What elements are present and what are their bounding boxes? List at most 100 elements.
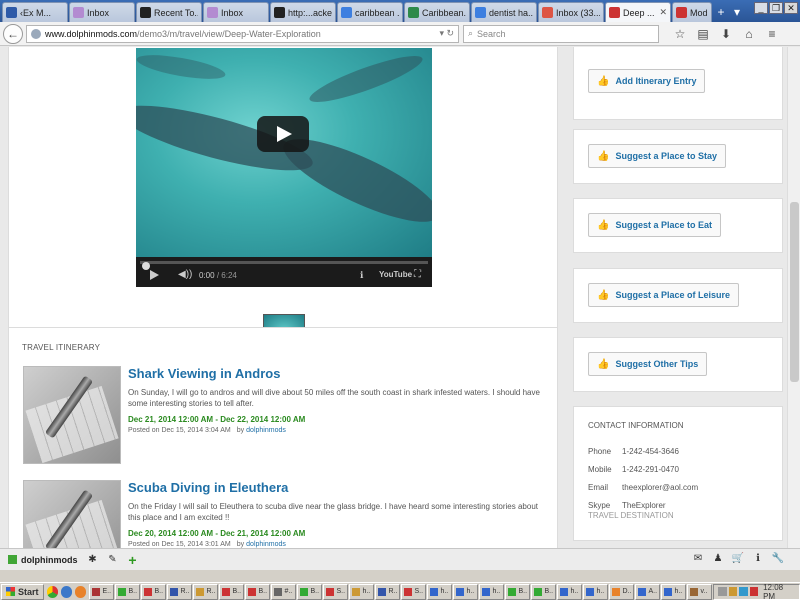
firefox-icon[interactable] — [75, 585, 87, 598]
progress-handle[interactable] — [142, 262, 150, 270]
minimize-icon[interactable]: _ — [754, 2, 768, 14]
url-bar[interactable]: www.dolphinmods.com /demo3/m/travel/view… — [26, 24, 459, 43]
download-icon[interactable]: ⬇ — [716, 27, 736, 41]
browser-tab[interactable]: caribbean ... — [337, 2, 403, 22]
taskbar-window-button[interactable]: A.. — [635, 583, 661, 600]
posted-by-label: by — [236, 541, 245, 548]
taskbar-window-button[interactable]: E.. — [89, 583, 115, 600]
taskbar-window-button[interactable]: R.. — [167, 583, 193, 600]
video-progress-bar[interactable] — [140, 261, 428, 270]
tray-icon[interactable] — [728, 587, 738, 596]
app-icon — [430, 587, 439, 596]
contact-label: Skype — [588, 501, 611, 510]
user-icon[interactable]: ♟ — [708, 553, 728, 564]
suggest-eat-button[interactable]: 👍 Suggest a Place to Eat — [588, 213, 721, 237]
menu-icon[interactable]: ≡ — [762, 27, 782, 41]
search-input[interactable]: ⌕ Search — [463, 24, 659, 43]
taskbar-window-button[interactable]: S.. — [401, 583, 427, 600]
browser-tab[interactable]: ‹Ex M... — [2, 2, 68, 22]
taskbar-window-button[interactable]: h.. — [427, 583, 453, 600]
suggest-stay-button[interactable]: 👍 Suggest a Place to Stay — [588, 144, 726, 168]
add-itinerary-button[interactable]: 👍 Add Itinerary Entry — [588, 69, 706, 93]
tab-favicon-icon — [140, 7, 151, 18]
tray-icon[interactable] — [718, 587, 727, 596]
posted-date: Posted on Dec 15, 2014 3:04 AM — [128, 427, 231, 434]
ie-icon[interactable] — [60, 585, 73, 598]
youtube-logo[interactable]: YouTube — [379, 270, 412, 279]
info-icon[interactable]: ℹ — [748, 553, 768, 564]
browser-tab[interactable]: Inbox — [69, 2, 135, 22]
home-icon[interactable]: ⌂ — [739, 27, 759, 41]
close-window-icon[interactable]: ✕ — [784, 2, 798, 14]
mail-icon[interactable]: ✉ — [688, 553, 708, 564]
tab-list-button[interactable]: ▾ — [729, 2, 745, 22]
restore-icon[interactable]: ❐ — [769, 2, 783, 14]
browser-tab[interactable]: http:...acker — [270, 2, 336, 22]
scrollbar-thumb[interactable] — [790, 202, 799, 382]
bookmark-star-icon[interactable]: ☆ — [670, 27, 690, 41]
reader-icon[interactable]: ▤ — [693, 27, 713, 41]
start-button[interactable]: Start — [1, 583, 44, 600]
suggest-tips-button[interactable]: 👍 Suggest Other Tips — [588, 352, 708, 376]
taskbar-window-button[interactable]: S.. — [323, 583, 349, 600]
taskbar-window-button[interactable]: B.. — [141, 583, 167, 600]
play-overlay-button[interactable] — [257, 116, 309, 152]
reload-icon[interactable]: ▾ ↻ — [439, 28, 454, 39]
app-icon — [534, 587, 543, 596]
entry-title[interactable]: Scuba Diving in Eleuthera — [128, 480, 288, 495]
video-player[interactable] — [136, 48, 432, 257]
suggest-leisure-button[interactable]: 👍 Suggest a Place of Leisure — [588, 283, 739, 307]
taskbar-window-button[interactable]: B.. — [297, 583, 323, 600]
info-icon[interactable]: ℹ — [360, 270, 363, 281]
browser-tab[interactable]: Recent To... — [136, 2, 202, 22]
fullscreen-icon[interactable]: ⛶ — [414, 269, 421, 280]
browser-tab[interactable]: dentist ha... — [471, 2, 537, 22]
taskbar-window-button[interactable]: h.. — [349, 583, 375, 600]
play-icon[interactable] — [150, 270, 159, 280]
plus-icon[interactable]: + — [126, 552, 140, 568]
cart-icon[interactable]: 🛒 — [728, 553, 748, 564]
taskbar-window-button[interactable]: B.. — [115, 583, 141, 600]
volume-icon[interactable]: ◀)) — [178, 269, 192, 280]
tray-icon[interactable] — [739, 587, 748, 596]
back-button[interactable]: ← — [3, 23, 23, 44]
taskbar-window-button[interactable]: h.. — [453, 583, 479, 600]
wrench-icon[interactable]: 🔧 — [768, 553, 788, 564]
entry-title[interactable]: Shark Viewing in Andros — [128, 366, 280, 381]
author-link[interactable]: dolphinmods — [246, 427, 286, 434]
taskbar-window-button[interactable]: h.. — [661, 583, 687, 600]
browser-tab-active[interactable]: Deep ... ✕ — [605, 2, 671, 22]
taskbar-window-label: h.. — [362, 588, 371, 595]
admin-username[interactable]: dolphinmods — [21, 555, 78, 565]
contact-value[interactable]: theexplorer@aol.com — [622, 483, 698, 492]
browser-tab[interactable]: Mod — [672, 2, 712, 22]
chrome-icon[interactable] — [46, 585, 58, 598]
author-link[interactable]: dolphinmods — [246, 541, 286, 548]
taskbar-window-button[interactable]: B.. — [531, 583, 557, 600]
browser-tab[interactable]: Caribbean... — [404, 2, 470, 22]
tab-favicon-icon — [274, 7, 285, 18]
taskbar-window-button[interactable]: h.. — [583, 583, 609, 600]
taskbar-window-button[interactable]: D.. — [609, 583, 635, 600]
taskbar-window-button[interactable]: #.. — [271, 583, 297, 600]
edit-icon[interactable]: ✎ — [106, 554, 120, 565]
taskbar-window-button[interactable]: h.. — [479, 583, 505, 600]
new-tab-button[interactable]: + — [713, 2, 729, 22]
taskbar-window-button[interactable]: h.. — [557, 583, 583, 600]
taskbar-window-button[interactable]: v.. — [687, 583, 713, 600]
tray-icon[interactable] — [749, 587, 759, 596]
taskbar-window-button[interactable]: B.. — [505, 583, 531, 600]
tab-favicon-icon — [341, 7, 352, 18]
taskbar-window-button[interactable]: R.. — [375, 583, 401, 600]
browser-tab[interactable]: Inbox — [203, 2, 269, 22]
page-scrollbar[interactable] — [787, 47, 800, 550]
taskbar-window-button[interactable]: R.. — [193, 583, 219, 600]
taskbar-window-button[interactable]: B.. — [219, 583, 245, 600]
toolbar-icons: ☆ ▤ ⬇ ⌂ ≡ — [667, 27, 782, 41]
gear-icon[interactable]: ✱ — [86, 554, 100, 565]
taskbar-window-button[interactable]: B.. — [245, 583, 271, 600]
browser-nav-bar: ← www.dolphinmods.com /demo3/m/travel/vi… — [0, 22, 800, 46]
close-tab-icon[interactable]: ✕ — [657, 7, 667, 18]
browser-tab[interactable]: Inbox (33... — [538, 2, 604, 22]
video-card: ◀)) 0:00 / 6:24 ℹ YouTube ⛶ — [8, 47, 558, 359]
